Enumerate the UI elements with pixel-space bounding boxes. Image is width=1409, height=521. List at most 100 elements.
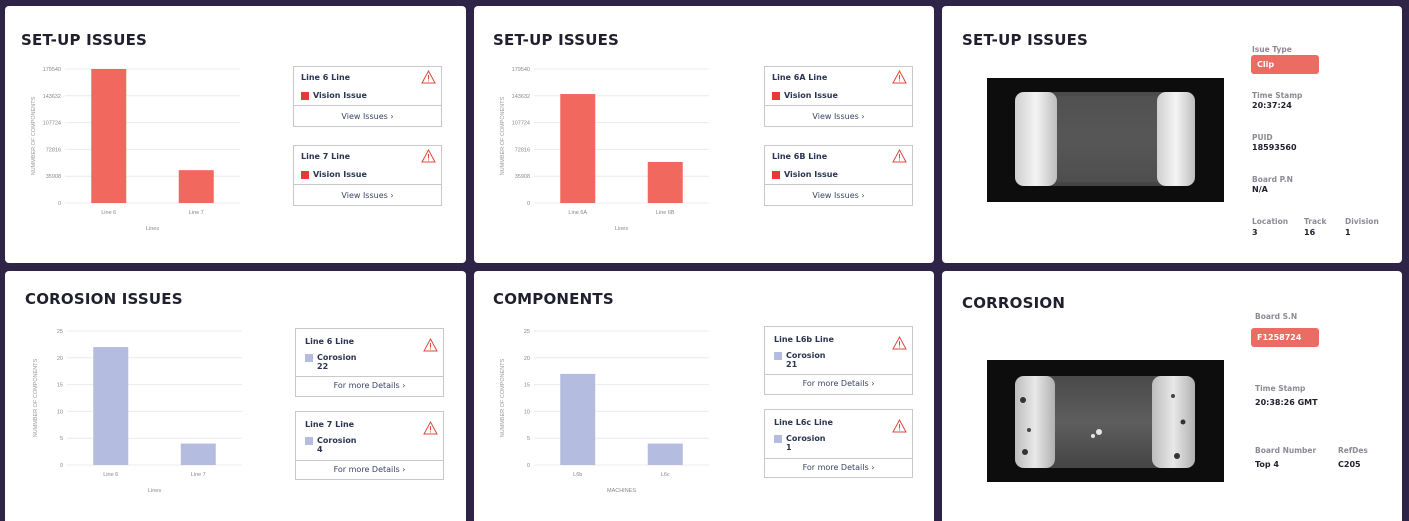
y-tick-label: 15 (57, 383, 63, 389)
x-tick-label: Line 6 (103, 472, 118, 478)
chevron-right-icon: › (390, 112, 394, 121)
y-tick-label: 0 (60, 463, 63, 469)
issue-box-line-l6b: Line L6b Line Corosion 21 For more Detail… (764, 326, 913, 395)
timestamp-value: 20:37:24 (1252, 101, 1292, 110)
y-tick-label: 72816 (515, 147, 530, 153)
chevron-right-icon: › (861, 191, 865, 200)
components-card: COMPONENTS 0 5 10 15 20 25 L6b L6c MACHINES NUMMB… (474, 271, 934, 521)
y-tick-label: 10 (57, 409, 63, 415)
board-sn-label: Board S.N (1255, 312, 1298, 321)
x-tick-label: L6c (661, 472, 670, 478)
issue-line-name: Line 6A Line (772, 73, 828, 82)
division-value: 1 (1345, 228, 1351, 237)
issue-legend: Corosion 4 (305, 436, 357, 454)
view-issues-link[interactable]: View Issues › (765, 191, 912, 200)
y-axis-label: NUMMBER OF COMPONENTS (33, 358, 39, 437)
puid-value: 18593560 (1252, 143, 1297, 152)
component-image[interactable] (987, 78, 1224, 202)
issue-line-name: Line 6 Line (301, 73, 351, 82)
card-title: SET-UP ISSUES (21, 31, 148, 49)
issue-box-line-6a: Line 6A Line Vision Issue View Issues › (764, 66, 913, 127)
chevron-right-icon: › (402, 381, 406, 390)
x-axis-label: Lines (615, 226, 628, 232)
issue-legend: Corosion 1 (774, 434, 826, 452)
vision-issue-swatch (772, 92, 780, 100)
bar-chart: 0 5 10 15 20 25 L6b L6c MACHINES NUMMBER OF COMPO… (500, 329, 709, 494)
board-number-label: Board Number (1255, 446, 1317, 455)
warning-icon (892, 70, 907, 84)
warning-icon (421, 70, 436, 84)
track-label: Track (1304, 217, 1327, 226)
division-label: Division (1345, 217, 1379, 226)
warning-icon (892, 336, 907, 350)
bar[interactable] (647, 443, 683, 465)
card-title: COROSION ISSUES (25, 290, 183, 308)
bar[interactable] (180, 443, 216, 465)
refdes-value: C205 (1338, 460, 1361, 469)
x-tick-label: Line 7 (191, 472, 206, 478)
setup-issue-detail-card: SET-UP ISSUES Isue Type Clip Time Stamp … (942, 6, 1402, 263)
issue-legend: Vision Issue (772, 170, 838, 179)
issue-line-name: Line 7 Line (305, 420, 355, 429)
timestamp-label: Time Stamp (1255, 384, 1306, 393)
y-tick-label: 5 (60, 436, 63, 442)
card-title: SET-UP ISSUES (962, 31, 1089, 49)
more-details-link[interactable]: For more Details › (765, 379, 912, 388)
bar[interactable] (178, 170, 214, 203)
vision-issue-swatch (301, 171, 309, 179)
view-issues-link[interactable]: View Issues › (294, 112, 441, 121)
x-tick-label: Line 7 (189, 210, 204, 216)
more-details-link[interactable]: For more Details › (765, 463, 912, 472)
corrosion-count: 1 (786, 443, 792, 452)
bar[interactable] (93, 347, 129, 465)
chevron-right-icon: › (402, 465, 406, 474)
y-tick-label: 5 (527, 436, 530, 442)
puid-label: PUID (1252, 133, 1273, 142)
more-details-link[interactable]: For more Details › (296, 465, 443, 474)
view-issues-link[interactable]: View Issues › (765, 112, 912, 121)
card-title: SET-UP ISSUES (493, 31, 620, 49)
card-title: COMPONENTS (493, 290, 614, 308)
warning-icon (423, 421, 438, 435)
y-tick-label: 35908 (515, 174, 530, 180)
setup-issues-card-line6-7: SET-UP ISSUES 0 35908 72816 107724 143632 179… (5, 6, 466, 263)
component-image[interactable] (987, 360, 1224, 482)
bar[interactable] (560, 373, 596, 465)
x-tick-label: Line 6B (656, 210, 675, 216)
vision-issue-swatch (772, 171, 780, 179)
corrosion-swatch (774, 352, 782, 360)
y-tick-label: 143632 (512, 94, 530, 100)
chevron-right-icon: › (871, 379, 875, 388)
bar[interactable] (560, 94, 596, 203)
chevron-right-icon: › (390, 191, 394, 200)
track-value: 16 (1304, 228, 1316, 237)
issue-line-name: Line 6B Line (772, 152, 828, 161)
y-tick-label: 107724 (512, 121, 530, 127)
corrosion-issues-card: COROSION ISSUES 0 5 10 15 20 25 Line 6 Line 7 Li… (5, 271, 466, 521)
more-details-link[interactable]: For more Details › (296, 381, 443, 390)
x-tick-label: Line 6 (101, 210, 116, 216)
issue-line-name: Line L6c Line (774, 418, 833, 427)
issue-box-line-7: Line 7 Line Corosion 4 For more Details › (295, 411, 444, 480)
corrosion-count: 4 (317, 445, 323, 454)
warning-icon (421, 149, 436, 163)
y-tick-label: 0 (58, 201, 61, 207)
view-issues-link[interactable]: View Issues › (294, 191, 441, 200)
x-axis-label: MACHINES (607, 488, 636, 494)
y-tick-label: 15 (524, 383, 530, 389)
issue-line-name: Line 7 Line (301, 152, 351, 161)
board-number-value: Top 4 (1255, 460, 1279, 469)
timestamp-value: 20:38:26 GMT (1255, 398, 1318, 407)
warning-icon (423, 338, 438, 352)
chevron-right-icon: › (871, 463, 875, 472)
warning-icon (892, 419, 907, 433)
issue-line-name: Line L6b Line (774, 335, 834, 344)
corrosion-detail-card: CORROSION Board S.N F1258724 Time Stamp … (942, 271, 1402, 521)
corrosion-swatch (305, 437, 313, 445)
y-tick-label: 143632 (43, 94, 61, 100)
bar[interactable] (647, 161, 683, 203)
y-tick-label: 179540 (512, 67, 530, 73)
corrosion-swatch (774, 435, 782, 443)
bar[interactable] (91, 69, 127, 203)
y-tick-label: 107724 (43, 121, 61, 127)
